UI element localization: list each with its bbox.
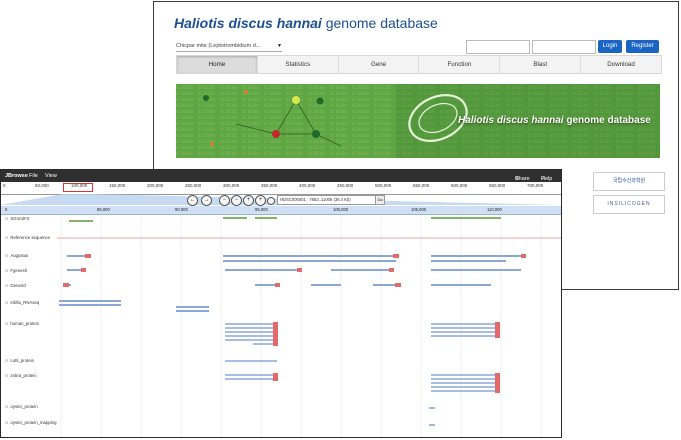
jbrowse-menubar: JBrowse File View ✉ Share ? Help [1,170,561,182]
zoom-out-icon[interactable]: − [219,195,230,206]
pan-right-icon[interactable]: → [201,195,212,206]
overview-tick: 300,000 [223,183,240,188]
login-button[interactable]: Login [598,40,622,53]
overview-tick: 450,000 [337,183,354,188]
zoom-out-small-icon[interactable]: − [231,195,242,206]
banner-title-species: Haliotis discus hannai [458,115,564,126]
overview-tick: 500,000 [375,183,392,188]
jbrowse-logo[interactable]: JBrowse [5,173,28,179]
banner-title: Haliotis discus hannai genome database [458,115,651,126]
overview-tick: 600,000 [451,183,468,188]
scale-tick: 100,000 [333,207,349,212]
zoom-in-icon[interactable]: + [255,195,266,206]
track-label[interactable]: Inbfla_RNAseq [5,300,39,305]
species-select-value: Chicpar mite (Leptotrombidium d... [176,43,261,49]
username-input[interactable] [466,40,530,54]
hero-banner: 0110100 Haliotis discus h [176,84,660,158]
overview-tick: 0 [3,183,6,188]
banner-title-rest: genome database [563,115,651,126]
pan-left-icon[interactable]: ← [187,195,198,206]
main-nav: Home Statistics Gene Function Blast Down… [176,55,662,74]
overview-tick: 250,000 [185,183,202,188]
track-label[interactable]: oyster_protein [5,404,37,409]
highlight-icon[interactable] [267,197,275,205]
track-area: SG4A2F2 Reference sequence Augustus Fgen… [1,215,561,437]
track-label[interactable]: Lotti_protein [5,358,34,363]
nav-function[interactable]: Function [419,56,501,73]
overview-tick: 350,000 [261,183,278,188]
track-label[interactable]: SG4A2F2 [5,216,29,221]
track-label[interactable]: oyster_protein_mapping [5,420,56,425]
detail-scale-bar: 0 85,000 90,000 95,000 100,000 105,000 1… [1,206,561,215]
go-button[interactable]: Go [375,195,385,205]
nav-statistics[interactable]: Statistics [258,56,339,73]
scale-tick: 90,000 [175,207,188,212]
overview-tick: 400,000 [299,183,316,188]
overview-tick: 150,000 [109,183,126,188]
nav-download[interactable]: Download [581,56,661,73]
nav-gene[interactable]: Gene [339,56,420,73]
scale-tick: 0 [5,207,8,212]
track-label[interactable]: Fgenesh [5,268,27,273]
partner-logo-insilicogen[interactable]: INSILICOGEN [593,195,665,214]
overview-tick: 550,000 [413,183,430,188]
overview-tick: 50,000 [35,183,49,188]
scale-tick: 85,000 [97,207,110,212]
track-features [57,215,561,437]
register-button[interactable]: Register [626,40,659,53]
track-label[interactable]: Augustus [5,253,28,258]
menu-view[interactable]: View [45,173,57,179]
site-title[interactable]: Haliotis discus hannai genome database [174,15,438,31]
overview-tick: 650,000 [489,183,506,188]
track-label[interactable]: human_protein [5,321,39,326]
menu-file[interactable]: File [29,173,38,179]
jbrowse-window: JBrowse File View ✉ Share ? Help 0 50,00… [0,169,562,438]
track-label[interactable]: zebra_protein [5,373,36,378]
chevron-down-icon: ▼ [277,43,282,49]
nav-blast[interactable]: Blast [500,56,582,73]
overview-region-highlight[interactable] [63,183,93,192]
nav-home[interactable]: Home [177,56,258,73]
overview-tick: 200,000 [147,183,164,188]
scale-tick: 95,000 [255,207,268,212]
zoom-in-small-icon[interactable]: + [243,195,254,206]
track-label[interactable]: Reference sequence [5,235,50,240]
overview-tick: 700,000 [527,183,544,188]
scale-tick: 105,000 [411,207,427,212]
site-title-species: Haliotis discus hannai [174,15,322,31]
site-title-rest: genome database [321,15,438,31]
species-select[interactable]: Chicpar mite (Leptotrombidium d... ▼ [176,41,282,52]
location-input[interactable]: HDSC000001 : 7852..11005 (36.4 Kb) [277,195,377,205]
password-input[interactable] [532,40,596,54]
scale-tick: 110,000 [487,207,502,212]
partner-logo-nifs[interactable]: 국립수산과학원 [593,172,665,191]
track-label[interactable]: Generid [5,283,25,288]
